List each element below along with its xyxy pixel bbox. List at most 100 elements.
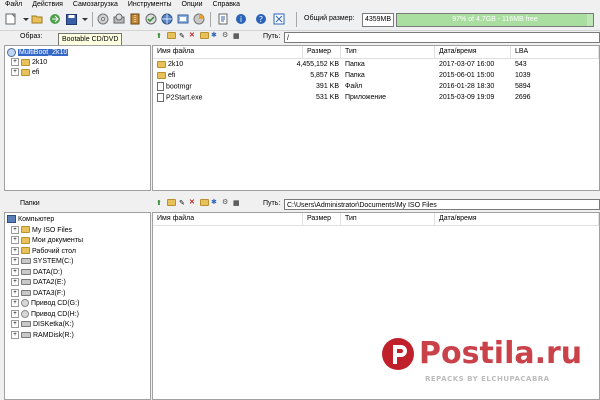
expand-icon[interactable]: + [11, 236, 19, 245]
properties-folder-icon[interactable] [200, 32, 209, 39]
expand-icon[interactable]: + [11, 309, 19, 318]
file-size: 5,857 KB [310, 72, 339, 79]
local-col-size[interactable]: Размер [303, 213, 341, 225]
image-path-input[interactable]: / [284, 32, 600, 43]
file-size: 531 KB [316, 94, 339, 101]
burn-icon[interactable] [96, 12, 110, 26]
local-col-date[interactable]: Дата/время [435, 213, 599, 225]
tree-item[interactable]: + Рабочий стол [11, 246, 76, 257]
test-icon[interactable] [144, 12, 158, 26]
extract-icon[interactable] [48, 12, 62, 26]
save-dropdown-icon[interactable] [78, 12, 92, 26]
help-icon[interactable]: ? [254, 12, 268, 26]
local-path-input[interactable]: C:\Users\Administrator\Documents\My ISO … [284, 199, 600, 210]
folder-icon [157, 71, 166, 79]
col-filename[interactable]: Имя файла [153, 46, 303, 58]
close-window-icon[interactable] [272, 12, 286, 26]
folder-icon [21, 226, 30, 234]
properties-icon[interactable] [216, 12, 230, 26]
table-row[interactable]: 2k10 4,455,152 KB Папка 2017-03-07 16:00 543 [153, 60, 599, 70]
tree-item-label: DATA(D:) [33, 268, 63, 276]
network-icon[interactable] [160, 12, 174, 26]
expand-icon[interactable]: + [11, 246, 19, 255]
computer-node[interactable]: Компьютер [7, 215, 54, 225]
local-refresh-icon[interactable]: ✱ [211, 198, 217, 206]
tree-item[interactable]: + DATA(D:) [11, 267, 63, 278]
compress-icon[interactable] [128, 12, 142, 26]
image-file-list: Имя файла Размер Тип Дата/время LBA 2k10… [152, 45, 600, 191]
local-rename-icon[interactable]: ✎ [179, 199, 185, 207]
tree-item[interactable]: + Мои документы [11, 236, 83, 246]
refresh-icon[interactable]: ✱ [211, 31, 217, 39]
table-row[interactable]: P2Start.exe 531 KB Приложение 2015-03-09 19… [153, 93, 599, 103]
new-icon[interactable] [3, 12, 17, 26]
expand-icon[interactable]: + [11, 278, 19, 287]
expand-icon[interactable]: + [11, 58, 19, 67]
delete-icon[interactable]: ✕ [189, 31, 195, 39]
mount-icon[interactable] [112, 12, 126, 26]
local-pane-header: Папки [0, 198, 150, 210]
tree-item[interactable]: + DISKetka(K:) [11, 320, 74, 330]
col-type[interactable]: Тип [341, 46, 435, 58]
disc-icon [7, 48, 16, 57]
boot-icon[interactable] [176, 12, 190, 26]
drive-icon [21, 331, 31, 338]
tree-item-label: Привод CD(H:) [31, 310, 80, 318]
local-new-folder-icon[interactable] [167, 199, 176, 206]
progress-text: 97% of 4.7GB - 116MB free [452, 16, 538, 23]
table-row[interactable]: bootmgr 391 KB Файл 2016-01-28 18:30 5894 [153, 82, 599, 92]
file-type: Файл [345, 83, 363, 90]
watermark-subtext: REPACKS BY ELCHUPACABRA [425, 375, 550, 383]
new-folder-icon[interactable] [167, 32, 176, 39]
expand-icon[interactable]: + [11, 225, 19, 234]
local-view-mode-icon[interactable]: ▦ [233, 199, 240, 207]
expand-icon[interactable]: + [11, 68, 19, 77]
settings-icon[interactable]: ⚙ [222, 31, 228, 39]
menu-item-4[interactable]: Опции [177, 0, 208, 9]
menu-item-3[interactable]: Инструменты [123, 0, 177, 9]
menu-item-2[interactable]: Самозагрузка [68, 0, 123, 9]
tree-item[interactable]: + Привод CD(G:) [11, 299, 79, 309]
table-row[interactable]: efi 5,857 KB Папка 2015-06-01 15:00 1039 [153, 71, 599, 81]
tree-item[interactable]: + RAMDisk(R:) [11, 330, 74, 341]
image-root-node[interactable]: MultiBoot_2k10 [7, 48, 69, 58]
expand-icon[interactable]: + [11, 267, 19, 276]
tree-item[interactable]: + DATA3(F:) [11, 288, 65, 299]
tree-item[interactable]: + Привод CD(H:) [11, 309, 80, 320]
tree-item-label: My ISO Files [32, 226, 73, 234]
save-icon[interactable] [64, 12, 78, 26]
up-arrow-icon[interactable]: ⬆ [156, 32, 162, 40]
open-icon[interactable] [30, 12, 44, 26]
menu-item-5[interactable]: Справка [208, 0, 245, 9]
rename-icon[interactable]: ✎ [179, 32, 185, 40]
watermark-brand: Postila.ru [419, 336, 583, 371]
expand-icon[interactable]: + [11, 320, 19, 329]
expand-icon[interactable]: + [11, 288, 19, 297]
col-date[interactable]: Дата/время [435, 46, 511, 58]
local-col-filename[interactable]: Имя файла [153, 213, 303, 225]
capacity-progress-bar: 97% of 4.7GB - 116MB free [396, 13, 594, 27]
info-icon[interactable]: i [234, 12, 248, 26]
local-settings-icon[interactable]: ⚙ [222, 198, 228, 206]
col-size[interactable]: Размер [303, 46, 341, 58]
col-lba[interactable]: LBA [511, 46, 599, 58]
tree-item[interactable]: +2k10 [11, 58, 47, 68]
iso-drive-icon[interactable] [192, 12, 206, 26]
local-properties-icon[interactable] [200, 199, 209, 206]
tree-item[interactable]: + efi [11, 68, 39, 78]
expand-icon[interactable]: + [11, 330, 19, 339]
tree-item[interactable]: + SYSTEM(C:) [11, 257, 73, 267]
folders-label: Папки [20, 200, 40, 207]
expand-icon[interactable]: + [11, 257, 19, 266]
tree-item[interactable]: + DATA2(E:) [11, 278, 66, 288]
menu-item-0[interactable]: Файл [0, 0, 27, 9]
tree-item[interactable]: + My ISO Files [11, 225, 73, 236]
computer-icon [7, 215, 16, 224]
menu-item-1[interactable]: Действия [27, 0, 68, 9]
file-lba: 5894 [515, 83, 531, 90]
expand-icon[interactable]: + [11, 299, 19, 308]
view-mode-icon[interactable]: ▦ [233, 32, 240, 40]
local-up-arrow-icon[interactable]: ⬆ [156, 199, 162, 207]
local-col-type[interactable]: Тип [341, 213, 435, 225]
local-delete-icon[interactable]: ✕ [189, 198, 195, 206]
